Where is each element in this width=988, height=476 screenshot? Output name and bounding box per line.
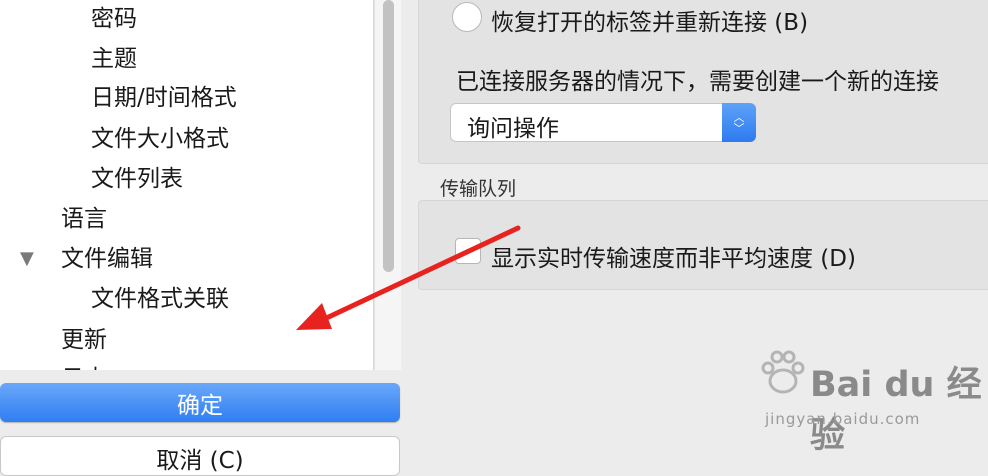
watermark-url: jingyan.baidu.com [765, 410, 921, 428]
select-value: 询问操作 [467, 116, 559, 142]
transfer-queue-group-label: 传输队列 [440, 178, 517, 200]
baidu-paw-logo-icon [761, 350, 805, 394]
tree-item-password[interactable]: 密码 [91, 4, 137, 34]
ok-button[interactable]: 确定 [0, 383, 400, 422]
tree-item-file-editing[interactable]: 文件编辑 [61, 244, 153, 274]
restore-tabs-label: 恢复打开的标签并重新连接 (B) [491, 10, 809, 36]
restore-tabs-radio[interactable] [452, 2, 482, 32]
select-arrows-icon: ︿ ﹀ [722, 103, 756, 142]
tree-item-file-list[interactable]: 文件列表 [91, 164, 183, 194]
tree-item-theme[interactable]: 主题 [91, 44, 137, 74]
disclosure-triangle-icon[interactable]: ▼ [20, 244, 34, 274]
scrollbar-thumb[interactable] [383, 0, 394, 272]
realtime-speed-checkbox[interactable] [455, 238, 481, 264]
new-connection-select[interactable]: 询问操作 ︿ ﹀ [450, 103, 756, 142]
tree-item-filesize-format[interactable]: 文件大小格式 [91, 124, 229, 154]
watermark-brand: Bai du 经验 [810, 365, 982, 456]
tree-item-file-association[interactable]: 文件格式关联 [91, 284, 229, 314]
tree-scrollbar[interactable] [374, 0, 401, 370]
tree-item-update[interactable]: 更新 [61, 325, 107, 355]
tree-item-language[interactable]: 语言 [61, 204, 107, 234]
tree-item-datetime-format[interactable]: 日期/时间格式 [91, 83, 237, 113]
new-connection-description: 已连接服务器的情况下，需要创建一个新的连接 [456, 69, 939, 95]
cancel-button[interactable]: 取消 (C) [0, 436, 400, 476]
realtime-speed-label: 显示实时传输速度而非平均速度 (D) [491, 246, 856, 272]
tree-item-log[interactable]: 日志 [61, 364, 107, 370]
settings-tree: 密码 主题 日期/时间格式 文件大小格式 文件列表 语言 ▼ 文件编辑 文件格式… [0, 0, 374, 370]
